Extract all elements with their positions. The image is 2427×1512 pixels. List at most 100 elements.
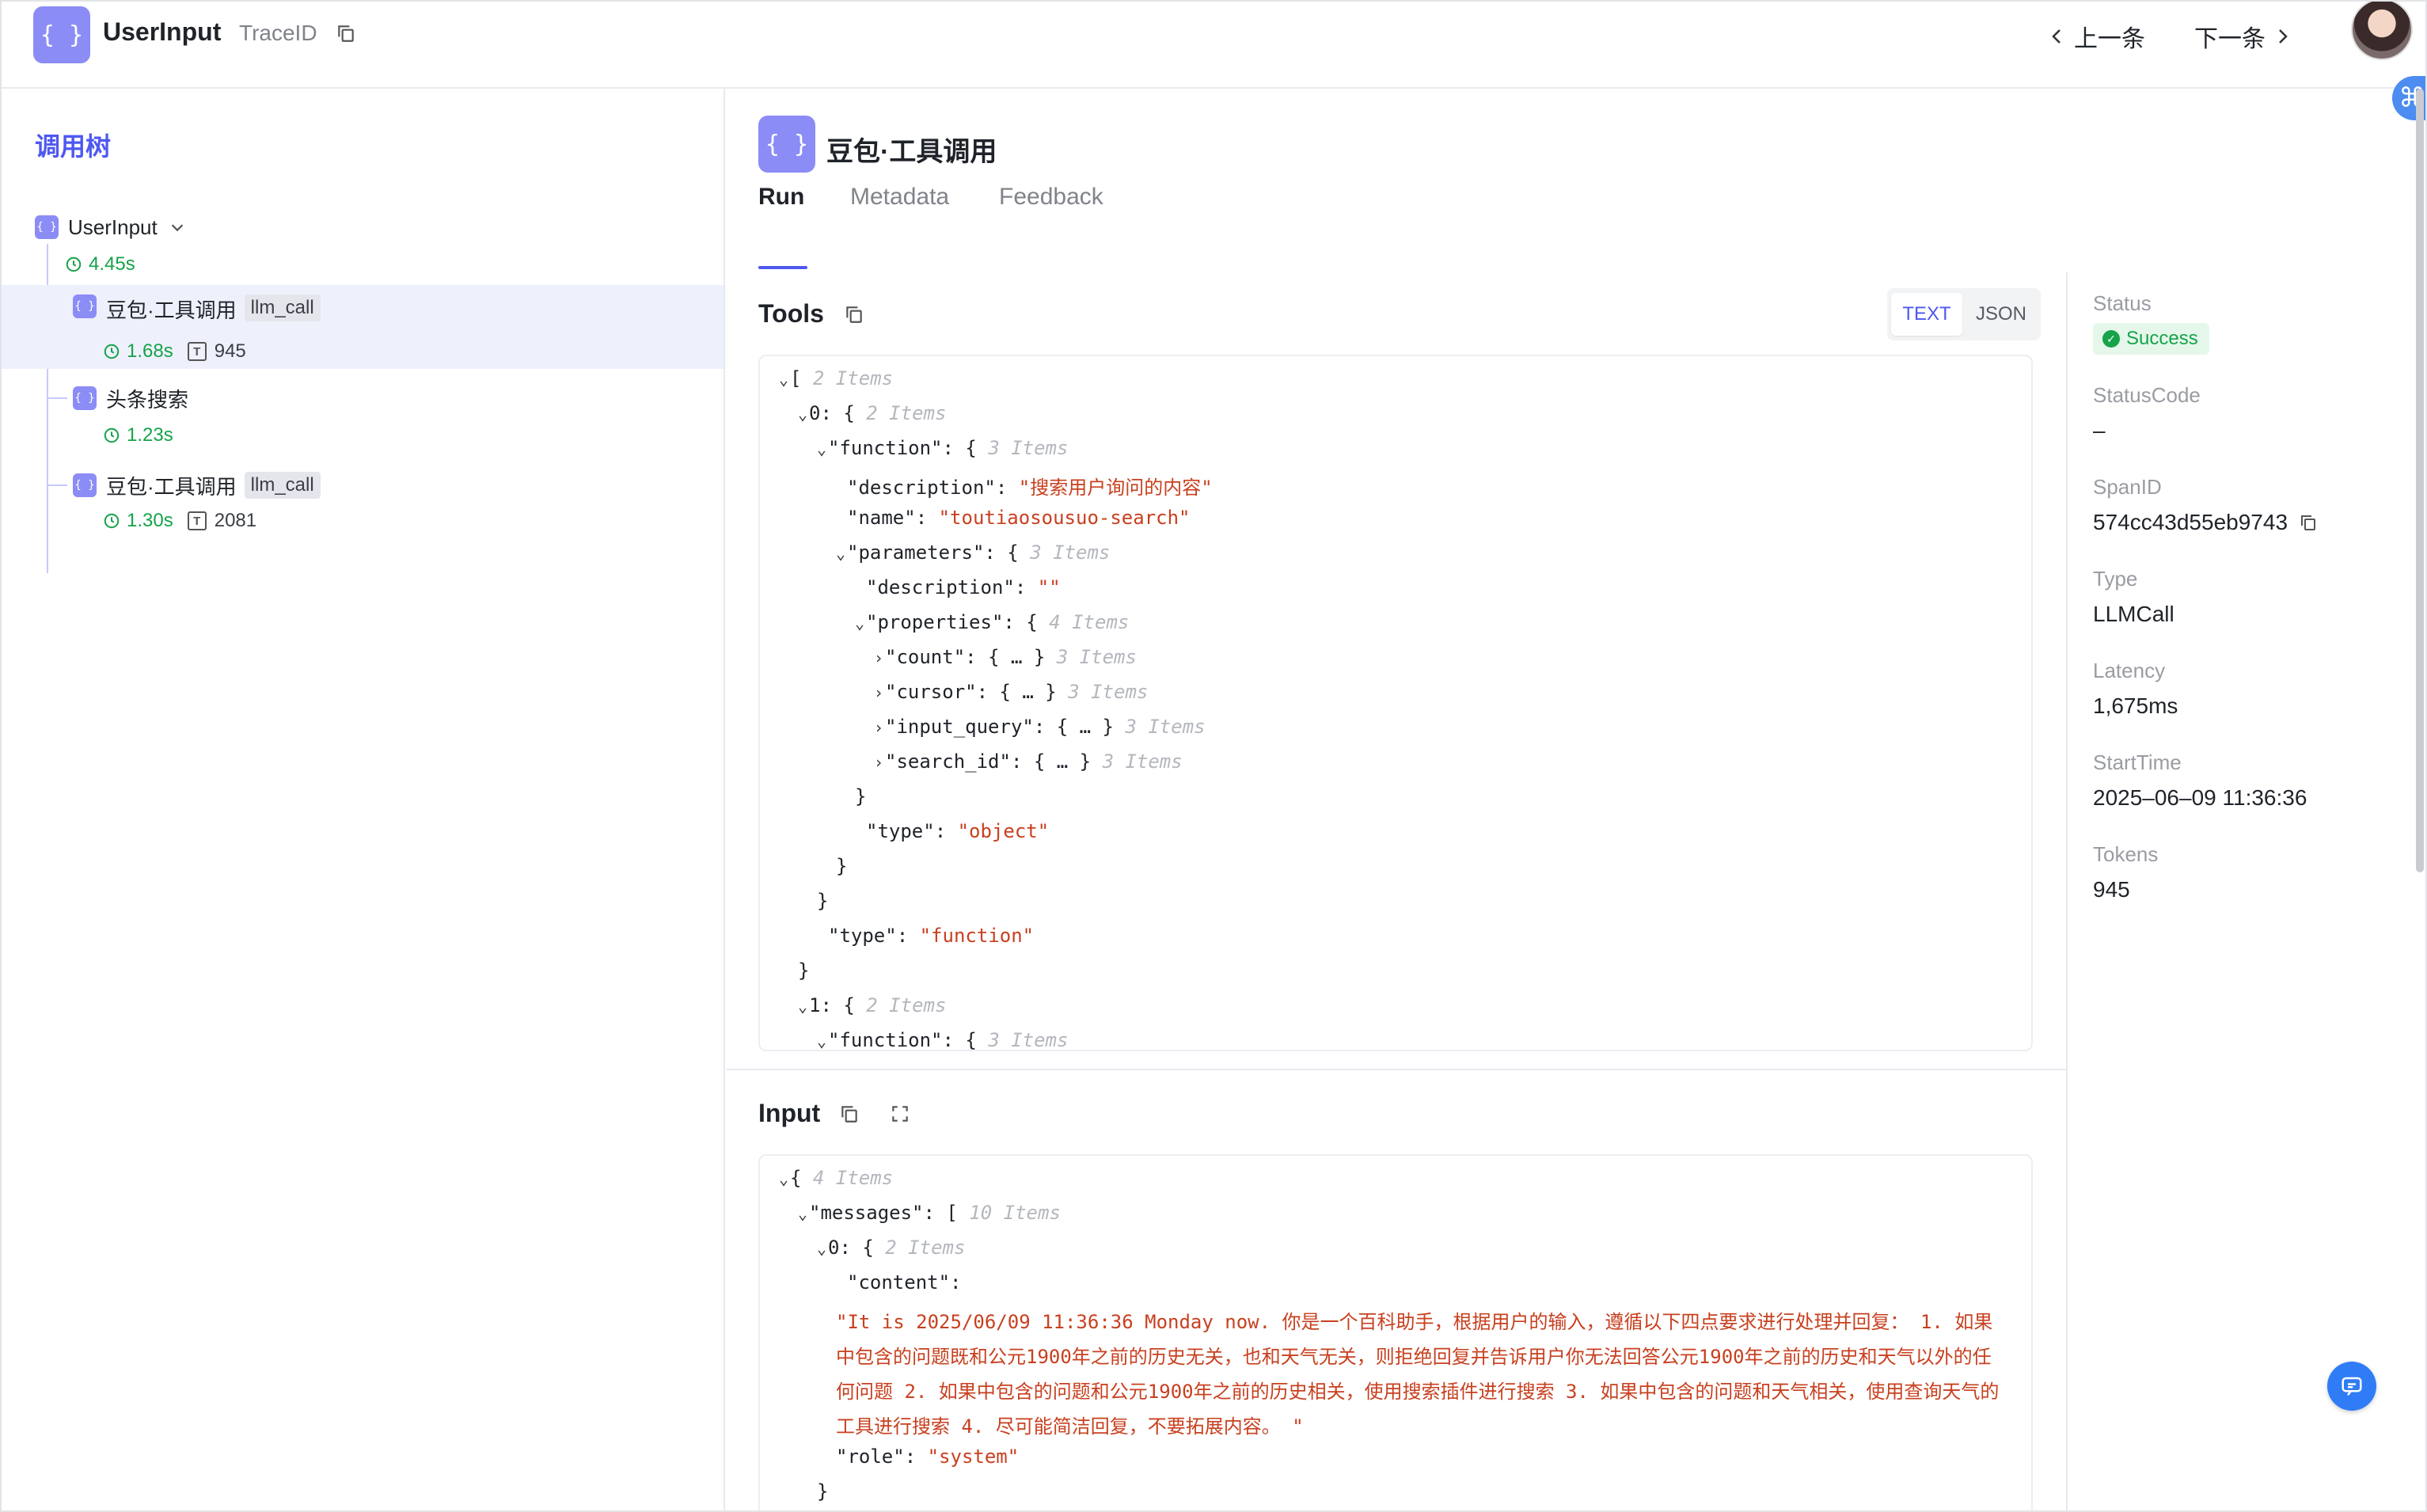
input-code-view[interactable]: ⌄{ 4 Items ⌄"messages": [ 10 Items ⌄0: { 2…	[758, 1154, 2033, 1512]
chevron-right-icon[interactable]: ›	[874, 753, 885, 772]
chevron-down-icon[interactable]: ⌄	[817, 1239, 828, 1258]
json-key: 0	[809, 402, 821, 424]
json-key: "search_id"	[885, 750, 1011, 773]
item-count: 2 Items	[885, 1237, 966, 1259]
avatar[interactable]	[2351, 0, 2413, 60]
chevron-down-icon[interactable]: ⌄	[779, 370, 790, 389]
open-bracket: { … }	[988, 646, 1046, 668]
token-icon: T	[187, 342, 207, 361]
status-label: Status	[2093, 291, 2152, 315]
copy-icon[interactable]	[839, 1104, 860, 1124]
check-icon: ✓	[2102, 330, 2120, 348]
json-key: "input_query"	[885, 716, 1034, 738]
status-code-label: StatusCode	[2093, 383, 2201, 407]
toggle-json[interactable]: JSON	[1966, 293, 2037, 336]
code-line: }	[855, 785, 866, 807]
item-count: 3 Items	[1125, 716, 1206, 738]
open-bracket: {	[965, 437, 977, 459]
chevron-down-icon[interactable]: ⌄	[779, 1169, 790, 1188]
code-line[interactable]: ⌄0: { 2 Items	[817, 1237, 965, 1259]
code-line[interactable]: ›"search_id": { … } 3 Items	[874, 750, 1183, 773]
item-count: 3 Items	[1068, 681, 1149, 703]
code-line: "role": "system"	[836, 1446, 1020, 1468]
code-line[interactable]: ⌄"function": { 3 Items	[817, 1029, 1068, 1051]
code-line[interactable]: ⌄"properties": { 4 Items	[855, 611, 1129, 633]
status-badge: ✓ Success	[2093, 323, 2209, 355]
status-value: Success	[2126, 328, 2198, 349]
chevron-down-icon[interactable]: ⌄	[798, 997, 809, 1016]
tab-metadata[interactable]: Metadata	[850, 184, 949, 211]
open-bracket: {	[790, 1167, 802, 1189]
clock-icon	[66, 256, 82, 272]
braces-icon: { }	[73, 473, 97, 497]
item-count: 10 Items	[969, 1202, 1061, 1224]
item-count: 2 Items	[812, 367, 894, 389]
status-code-value: –	[2093, 418, 2106, 443]
json-key: "cursor"	[885, 681, 977, 703]
page-title: UserInput	[103, 17, 222, 46]
copy-icon[interactable]	[844, 304, 864, 325]
chevron-down-icon[interactable]: ⌄	[798, 405, 809, 424]
code-line[interactable]: ›"count": { … } 3 Items	[874, 646, 1137, 668]
format-toggle[interactable]: TEXT JSON	[1887, 288, 2041, 340]
code-line[interactable]: ⌄[ 2 Items	[779, 367, 893, 389]
json-string-value: "object"	[957, 820, 1050, 842]
item-count: 4 Items	[812, 1167, 894, 1189]
chat-button[interactable]	[2327, 1362, 2376, 1411]
span-detail-panel: { } 豆包·工具调用 Run Metadata Feedback Tools …	[727, 89, 2066, 1512]
code-line[interactable]: ›"cursor": { … } 3 Items	[874, 681, 1148, 703]
tools-code-view[interactable]: ⌄[ 2 Items ⌄0: { 2 Items ⌄"function": { 3 …	[758, 355, 2033, 1051]
tab-feedback[interactable]: Feedback	[999, 184, 1103, 211]
code-line[interactable]: ⌄1: { 2 Items	[798, 994, 946, 1016]
code-line[interactable]: ›"input_query": { … } 3 Items	[874, 716, 1206, 738]
tree-title: 调用树	[35, 132, 112, 161]
chevron-right-icon[interactable]: ›	[874, 683, 885, 702]
chevron-down-icon[interactable]: ⌄	[855, 614, 866, 633]
prev-button[interactable]: 上一条	[2050, 19, 2145, 54]
prev-label: 上一条	[2074, 26, 2145, 52]
code-line: "description": "搜索用户询问的内容"	[847, 477, 1213, 499]
llm-call-tag: llm_call	[244, 472, 321, 499]
json-key: "type"	[828, 925, 897, 947]
item-count: 3 Items	[988, 437, 1069, 459]
clock-icon	[104, 344, 120, 359]
chevron-right-icon	[2279, 29, 2288, 44]
item-count: 2 Items	[866, 994, 947, 1016]
next-button[interactable]: 下一条	[2194, 19, 2289, 54]
open-bracket: {	[843, 402, 855, 424]
chevron-down-icon[interactable]: ⌄	[836, 544, 847, 563]
tree-node-doubao-2[interactable]: { } 豆包·工具调用 llm_call	[0, 464, 724, 507]
scrollbar[interactable]	[2416, 89, 2424, 872]
tree-node-label: 豆包·工具调用	[106, 474, 237, 499]
tab-run[interactable]: Run	[758, 184, 804, 211]
duration-value: 1.30s	[127, 510, 173, 531]
chevron-down-icon[interactable]: ⌄	[817, 1031, 828, 1050]
open-bracket: {	[965, 1029, 977, 1051]
expand-icon[interactable]	[890, 1104, 910, 1124]
code-line: "description": ""	[866, 576, 1061, 598]
node-1-meta: 1.68s T 945	[103, 340, 246, 363]
copy-icon[interactable]	[2299, 513, 2318, 532]
code-line[interactable]: ⌄{ 4 Items	[779, 1167, 893, 1189]
code-line[interactable]: ⌄"function": { 3 Items	[817, 437, 1068, 459]
token-icon: T	[187, 511, 207, 530]
toggle-text[interactable]: TEXT	[1891, 293, 1962, 336]
chevron-down-icon[interactable]: ⌄	[798, 1204, 809, 1223]
node-3-meta: 1.30s T 2081	[103, 510, 256, 532]
code-line[interactable]: ⌄0: { 2 Items	[798, 402, 946, 424]
chevron-right-icon[interactable]: ›	[874, 648, 885, 667]
chevron-down-icon[interactable]: ⌄	[817, 439, 828, 458]
json-key: "messages"	[809, 1202, 924, 1224]
tools-title: Tools	[758, 299, 824, 328]
tree-node-root[interactable]: { } UserInput	[0, 206, 724, 249]
code-line[interactable]: ⌄"parameters": { 3 Items	[836, 541, 1110, 564]
closing-bracket: }	[855, 785, 867, 807]
chevron-right-icon[interactable]: ›	[874, 718, 885, 737]
code-line: "name": "toutiaosousuo-search"	[847, 507, 1191, 529]
duration-value: 4.45s	[89, 253, 135, 275]
code-line[interactable]: ⌄"messages": [ 10 Items	[798, 1202, 1061, 1224]
json-string-value: "function"	[919, 925, 1035, 947]
copy-icon[interactable]	[336, 22, 356, 44]
chevron-down-icon[interactable]	[169, 218, 186, 236]
tree-node-toutiao-search[interactable]: { } 头条搜索	[0, 377, 724, 420]
